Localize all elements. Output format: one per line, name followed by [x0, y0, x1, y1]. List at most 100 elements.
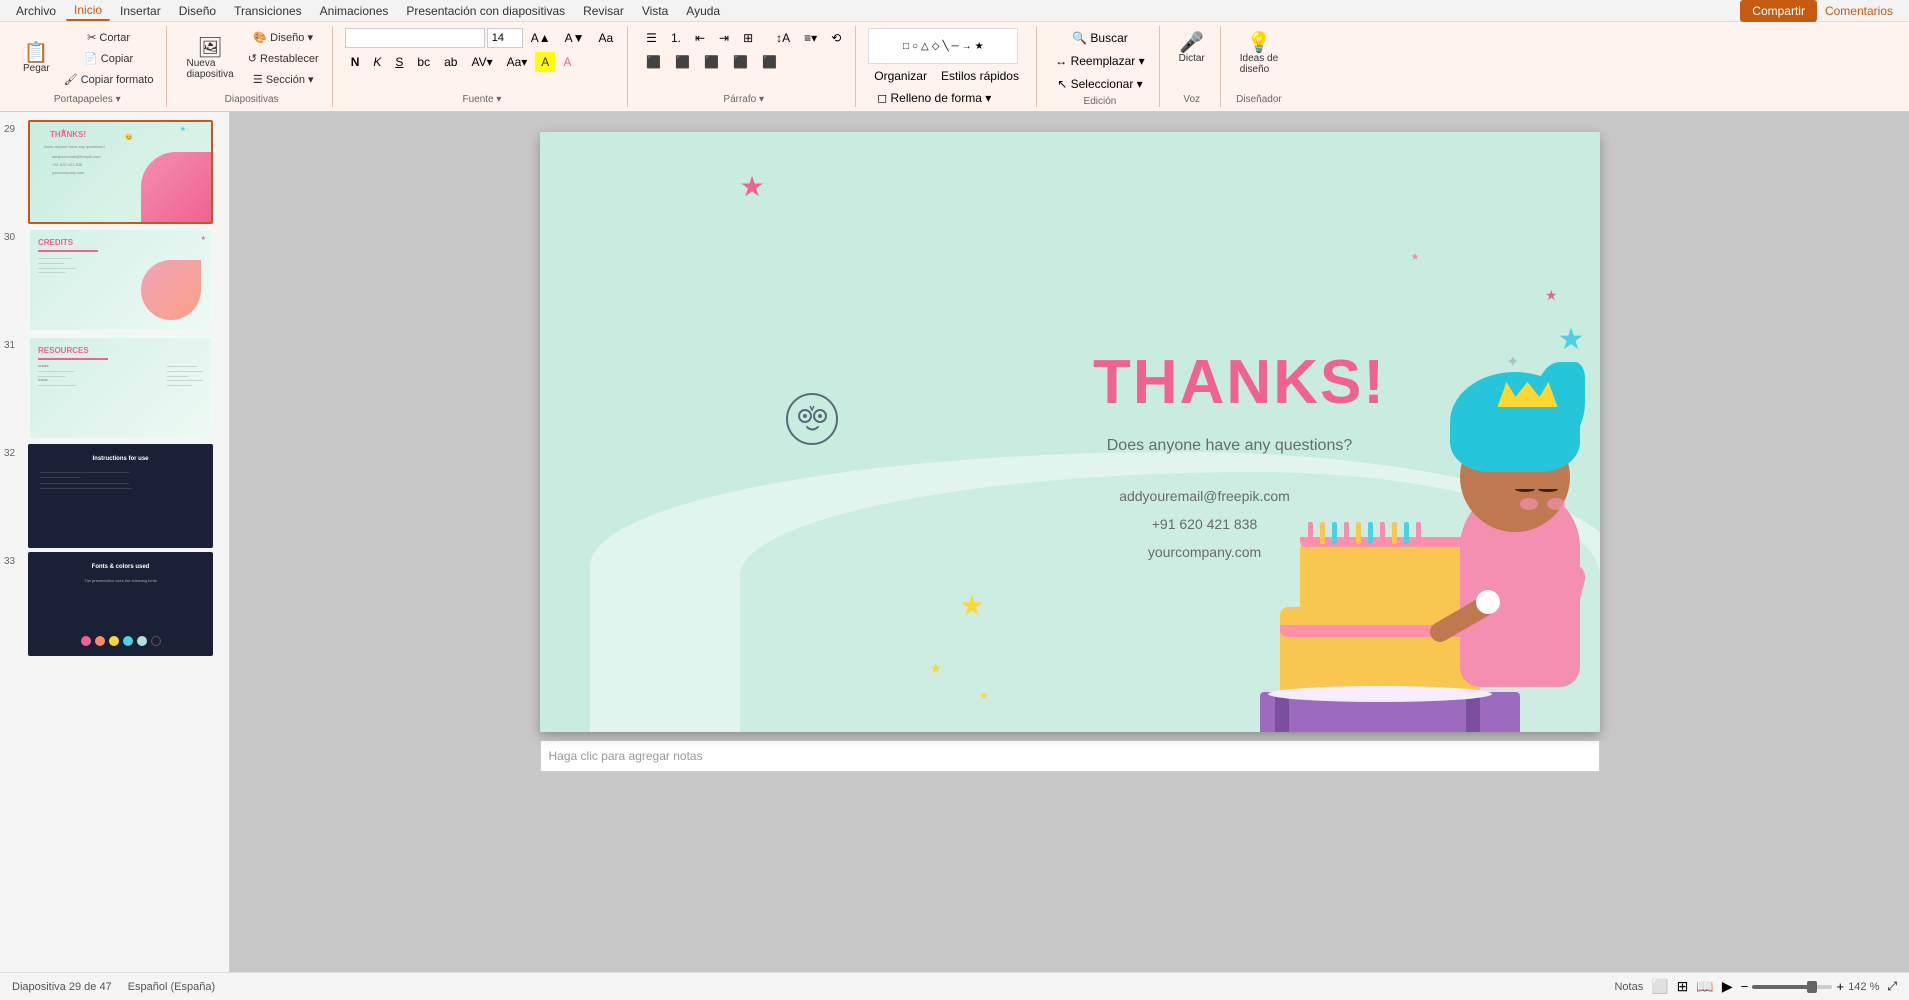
- btn-shadow[interactable]: ab: [438, 52, 463, 72]
- btn-italic[interactable]: K: [367, 52, 387, 72]
- btn-nueva-diapositiva[interactable]: 🖼 Nuevadiapositiva: [179, 33, 240, 85]
- btn-font-color[interactable]: A: [557, 52, 577, 72]
- btn-cols2[interactable]: ⬛: [756, 52, 783, 72]
- star-yellow-small: ★: [930, 660, 943, 677]
- slide-canvas[interactable]: ★ ★ ★ ★ ★ ★ ★ ✦ ✦ ✦ ★: [540, 132, 1600, 732]
- btn-cols[interactable]: ⊞: [737, 28, 759, 48]
- zoom-slider[interactable]: [1752, 985, 1832, 989]
- btn-spacing[interactable]: AV▾: [465, 52, 498, 72]
- slide-panel: 29 THANKS! Does anyone have any question…: [0, 112, 230, 972]
- btn-reemplazar[interactable]: ↔ Reemplazar ▾: [1049, 51, 1150, 71]
- menu-diseno[interactable]: Diseño: [171, 2, 224, 20]
- ribbon-section-diapositivas: 🖼 Nuevadiapositiva 🎨 Diseño ▾ ↺ Restable…: [171, 26, 332, 107]
- view-slide-sorter[interactable]: ⊞: [1677, 978, 1689, 995]
- btn-case[interactable]: Aa▾: [501, 52, 534, 72]
- fit-window-button[interactable]: ⤢: [1887, 979, 1897, 994]
- star-pink-small: ★: [1411, 252, 1420, 263]
- btn-restablecer[interactable]: ↺ Restablecer: [243, 49, 324, 68]
- paste-icon: 📋: [24, 43, 49, 63]
- menu-insertar[interactable]: Insertar: [112, 2, 169, 20]
- menu-animaciones[interactable]: Animaciones: [312, 2, 397, 20]
- btn-copiar-formato[interactable]: 🖌 Copiar formato: [59, 70, 159, 89]
- btn-ideas-diseno[interactable]: 💡 Ideas dediseño: [1233, 28, 1285, 80]
- btn-underline[interactable]: S: [389, 52, 409, 72]
- menu-revisar[interactable]: Revisar: [575, 2, 632, 20]
- notes-toggle[interactable]: Notas: [1614, 981, 1643, 993]
- btn-pegar[interactable]: 📋 Pegar: [16, 38, 57, 79]
- slide-thumb-32[interactable]: 32 Instructions for use ────────────────…: [4, 444, 225, 548]
- slide-counter: Diapositiva 29 de 47: [12, 981, 112, 993]
- view-slideshow[interactable]: ▶: [1722, 978, 1733, 995]
- character-illustration: [1180, 352, 1600, 732]
- btn-diseno[interactable]: 🎨 Diseño ▾: [243, 28, 324, 47]
- slide-thumb-33[interactable]: 33 Fonts & colors used The presentation …: [4, 552, 225, 656]
- btn-copiar[interactable]: 📄 Copiar: [59, 49, 159, 68]
- share-button[interactable]: Compartir: [1740, 0, 1817, 22]
- slide-preview-29[interactable]: THANKS! Does anyone have any questions? …: [28, 120, 213, 224]
- slide-thumb-29[interactable]: 29 THANKS! Does anyone have any question…: [4, 120, 225, 224]
- btn-align-left[interactable]: ⬛: [640, 52, 667, 72]
- btn-decrease-font[interactable]: A▼: [559, 28, 591, 48]
- section-label-edicion: Edición: [1084, 96, 1117, 107]
- star-pink-right: ★: [1545, 287, 1558, 304]
- new-slide-icon: 🖼: [197, 38, 222, 58]
- btn-buscar[interactable]: 🔍 Buscar: [1049, 28, 1150, 48]
- view-normal[interactable]: ⬜: [1651, 978, 1668, 995]
- menu-transiciones[interactable]: Transiciones: [226, 2, 310, 20]
- comments-button[interactable]: Comentarios: [1825, 4, 1893, 18]
- btn-bold[interactable]: N: [345, 52, 366, 72]
- slide-thumb-30[interactable]: 30 CREDITS ──────────────── ────────────…: [4, 228, 225, 332]
- btn-align-text[interactable]: ≡▾: [798, 28, 823, 48]
- font-name-input[interactable]: [345, 28, 485, 48]
- btn-clear-format[interactable]: Aa: [592, 28, 619, 48]
- btn-increase-font[interactable]: A▲: [525, 28, 557, 48]
- status-bar: Diapositiva 29 de 47 Español (España) No…: [0, 972, 1909, 1000]
- status-right: Notas ⬜ ⊞ 📖 ▶ − + 142 % ⤢: [1614, 978, 1897, 995]
- menu-presentacion[interactable]: Presentación con diapositivas: [398, 2, 573, 20]
- ribbon-section-edicion: 🔍 Buscar ↔ Reemplazar ▾ ↖ Seleccionar ▾ …: [1041, 26, 1159, 107]
- zoom-in[interactable]: +: [1836, 979, 1844, 994]
- btn-indent-less[interactable]: ⇤: [689, 28, 711, 48]
- btn-strikethrough[interactable]: bc: [411, 52, 436, 72]
- menu-vista[interactable]: Vista: [634, 2, 676, 20]
- slide-preview-30[interactable]: CREDITS ──────────────── ──────────── ──…: [28, 228, 213, 332]
- ribbon-section-parrafo: ☰ 1. ⇤ ⇥ ⊞ ↕A ≡▾ ⟲ ⬛ ⬛ ⬛ ⬛ ⬛ Párrafo ▾: [632, 26, 856, 107]
- btn-highlight[interactable]: A: [535, 52, 555, 72]
- btn-indent-more[interactable]: ⇥: [713, 28, 735, 48]
- btn-organizar[interactable]: Organizar: [868, 66, 933, 86]
- section-label-portapapeles: Portapapeles ▾: [54, 94, 121, 105]
- btn-seccion[interactable]: ☰ Sección ▾: [243, 70, 324, 89]
- main-area: 29 THANKS! Does anyone have any question…: [0, 112, 1909, 972]
- slide-preview-33[interactable]: Fonts & colors used The presentation use…: [28, 552, 213, 656]
- design-ideas-icon: 💡: [1247, 33, 1272, 53]
- btn-dictar[interactable]: 🎤 Dictar: [1172, 28, 1212, 69]
- slide-preview-32[interactable]: Instructions for use ───────────────────…: [28, 444, 213, 548]
- zoom-level: 142 %: [1848, 981, 1879, 993]
- btn-justify[interactable]: ⬛: [727, 52, 754, 72]
- btn-align-right[interactable]: ⬛: [698, 52, 725, 72]
- notes-area[interactable]: Haga clic para agregar notas: [540, 740, 1600, 772]
- btn-seleccionar[interactable]: ↖ Seleccionar ▾: [1049, 74, 1150, 94]
- menu-inicio[interactable]: Inicio: [66, 1, 110, 21]
- slide-thumb-31[interactable]: 31 RESOURCES SLIDES ───────────────── ──…: [4, 336, 225, 440]
- slide-num-31: 31: [4, 336, 24, 351]
- btn-align-center[interactable]: ⬛: [669, 52, 696, 72]
- section-label-disenador: Diseñador: [1236, 94, 1282, 105]
- ribbon-section-disenador: 💡 Ideas dediseño Diseñador: [1225, 26, 1293, 107]
- menu-archivo[interactable]: Archivo: [8, 2, 64, 20]
- section-label-parrafo: Párrafo ▾: [723, 94, 764, 105]
- slide-num-32: 32: [4, 444, 24, 459]
- btn-numbering[interactable]: 1.: [665, 28, 687, 48]
- zoom-out[interactable]: −: [1741, 979, 1749, 994]
- btn-cortar[interactable]: ✂ Cortar: [59, 28, 159, 47]
- view-reading[interactable]: 📖: [1696, 978, 1713, 995]
- btn-estilos[interactable]: Estilos rápidos: [935, 66, 1025, 86]
- ribbon-section-dibujo: □○△◇ ╲─→★ Organizar Estilos rápidos ◻ Re…: [860, 26, 1037, 107]
- slide-preview-31[interactable]: RESOURCES SLIDES ───────────────── ─────…: [28, 336, 213, 440]
- btn-smartart[interactable]: ⟲: [825, 28, 847, 48]
- menu-ayuda[interactable]: Ayuda: [678, 2, 728, 20]
- font-size-input[interactable]: [487, 28, 523, 48]
- btn-bullets[interactable]: ☰: [640, 28, 663, 48]
- btn-relleno[interactable]: ◻ Relleno de forma ▾: [868, 88, 1000, 108]
- btn-text-direction[interactable]: ↕A: [770, 28, 796, 48]
